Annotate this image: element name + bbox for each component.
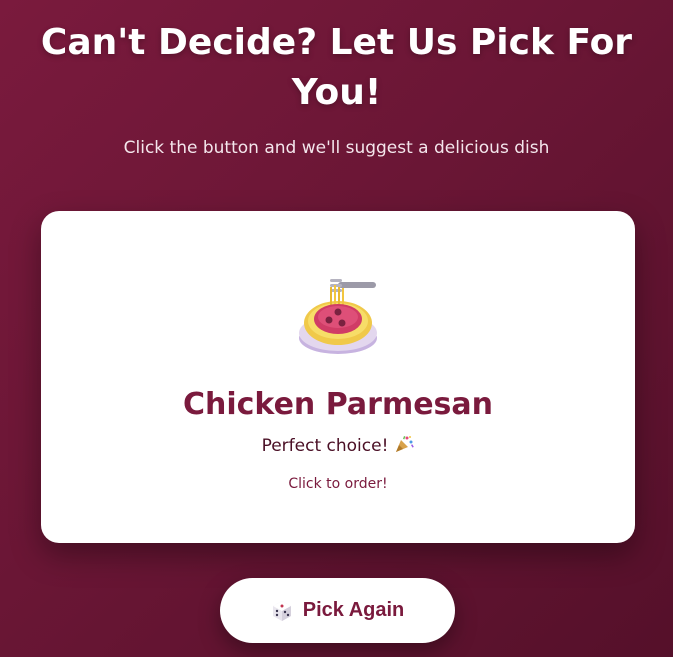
page-title-line-1: Can't Decide? Let Us Pick For xyxy=(40,22,633,63)
pick-again-label: Pick Again xyxy=(302,599,405,621)
choice-message: Perfect choice! xyxy=(41,434,635,458)
choice-text: Perfect choice! xyxy=(261,436,389,456)
page-title: Can't Decide? Let Us Pick For You! xyxy=(0,18,673,118)
party-popper-icon xyxy=(396,436,415,452)
dice-icon xyxy=(272,600,291,621)
page-title-line-2: You! xyxy=(291,72,382,113)
order-link[interactable]: Click to order! xyxy=(41,474,635,494)
pick-again-button[interactable]: Pick Again xyxy=(220,578,455,643)
page-subtitle: Click the button and we'll suggest a del… xyxy=(123,138,550,158)
dish-name: Chicken Parmesan xyxy=(182,387,494,422)
result-card: Chicken Parmesan Perfect choice! Click t… xyxy=(41,211,635,543)
spaghetti-icon xyxy=(299,279,377,354)
